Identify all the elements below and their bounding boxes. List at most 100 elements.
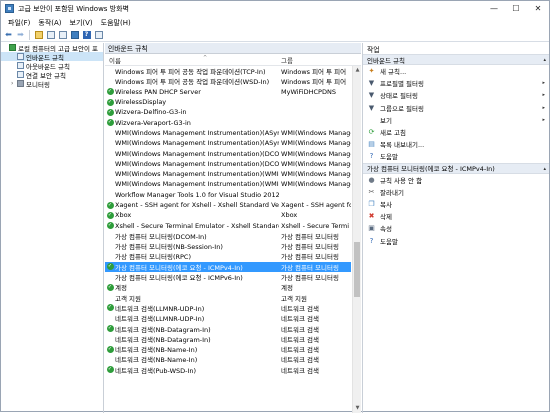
actions-section-inbound[interactable]: 인바운드 규칙 ▴ [363,54,549,65]
submenu-arrow-icon: ▸ [542,116,545,123]
action-item[interactable]: ⟳ 새로 고침 [363,126,549,138]
rule-group: WMI(Windows Manage [281,139,351,148]
rule-group: Xbox [281,211,298,220]
forward-arrow-icon: ➡ [17,30,24,39]
rule-row[interactable]: WMI(Windows Management Instrumentation)(… [105,138,351,148]
column-name-header[interactable]: 이름 [105,55,279,65]
vertical-scrollbar[interactable]: ▲ ▼ [352,66,361,413]
rule-row[interactable]: ✓ 네트워크 검색(NB-Name-In) 네트워크 검색 [105,344,351,354]
rule-row[interactable]: WMI(Windows Management Instrumentation)(… [105,169,351,179]
rule-row[interactable]: ✓ 계정 계정 [105,282,351,292]
action-item[interactable]: ▤ 목록 내보내기... [363,138,549,150]
up-one-level-button[interactable] [33,30,44,41]
rule-row[interactable]: 가상 컴퓨터 모니터링(RPC) 가상 컴퓨터 모니터링 [105,251,351,261]
rule-row[interactable]: 가상 컴퓨터 모니터링(DCOM-In) 가상 컴퓨터 모니터링 [105,231,351,241]
action-item[interactable]: ▼ 프로필별 필터링 ▸ [363,77,549,89]
rule-row[interactable]: 네트워크 검색(LLMNR-UDP-In) 네트워크 검색 [105,313,351,323]
rule-group: 가상 컴퓨터 모니터링 [281,274,339,283]
action-item[interactable]: ✖ 삭제 [363,210,549,222]
action-label: 잘라내기 [380,188,404,197]
close-button[interactable]: ✕ [527,1,549,16]
column-group-header[interactable]: 그룹 [279,55,351,65]
enabled-check-icon: ✓ [106,263,114,271]
rule-row[interactable]: Windows 피어 투 피어 공동 작업 파운데이션(WSD-In) Windo… [105,76,351,86]
rule-row[interactable]: Workflow Manager Tools 1.0 for Visual St… [105,190,351,200]
show-hide-action-pane-button[interactable] [93,30,104,41]
rule-row[interactable]: 가상 컴퓨터 모니터링(NB-Session-In) 가상 컴퓨터 모니터링 [105,241,351,251]
rule-group: WMI(Windows Manage [281,149,351,158]
rule-row[interactable]: ✓ 네트워크 검색(NB-Datagram-In) 네트워크 검색 [105,323,351,334]
rule-row[interactable]: ✓ Wireless PAN DHCP Server MyWiFiDHCPDNS [105,87,351,97]
rule-group: 네트워크 검색 [281,366,319,375]
rule-row[interactable]: ✓ 네트워크 검색(Pub-WSD-In) 네트워크 검색 [105,365,351,375]
action-item[interactable]: ▣ 속성 [363,222,549,234]
show-hide-tree-button[interactable] [45,30,56,41]
sort-ascending-icon: ^ [203,55,208,61]
enabled-check-icon: ✓ [106,345,114,353]
rule-row[interactable]: 네트워크 검색(NB-Name-In) 네트워크 검색 [105,354,351,364]
action-item[interactable]: ❐ 복사 [363,198,549,210]
tree-item-3[interactable]: 연결 보안 규칙 [1,70,103,80]
menu-view[interactable]: 보기(V) [66,18,97,28]
rule-name: Xagent - SSH agent for Xshell - Xshell S… [115,201,279,209]
window-title: 고급 보안이 포함된 Windows 방화벽 [18,4,129,13]
menu-file[interactable]: 파일(F) [4,18,34,28]
action-item[interactable]: ▼ 그룹으로 필터링 ▸ [363,102,549,114]
rule-name: 네트워크 검색(NB-Name-In) [115,346,198,355]
action-label: 새로 고침 [380,129,406,138]
rule-group: Windows 피어 투 피어 [281,78,347,87]
properties-button[interactable] [69,30,80,41]
rule-row[interactable]: 네트워크 검색(NB-Datagram-In) 네트워크 검색 [105,334,351,344]
rule-name: WMI(Windows Management Instrumentation)(… [115,149,279,158]
rule-row[interactable]: ✓ WirelessDisplay [105,97,351,107]
rule-name: Wizvera-Veraport-G3-in [115,118,191,127]
enabled-check-icon: ✓ [106,88,114,96]
rule-row[interactable]: ✓ 가상 컴퓨터 모니터링(에코 요청 - ICMPv4-In) 가상 컴퓨터 모니… [105,261,351,272]
minimize-button[interactable]: — [483,1,505,16]
action-item[interactable]: ? 도움말 [363,234,549,246]
rule-row[interactable]: ✓ Xagent - SSH agent for Xshell - Xshell … [105,200,351,210]
rule-row[interactable]: ✓ Wizvera-Delfino-G3-in [105,107,351,117]
rule-row[interactable]: ✓ Xbox Xbox [105,210,351,220]
enabled-check-icon: ✓ [106,304,114,312]
section-label: 가상 컴퓨터 모니터링(에코 요청 - ICMPv4-In) [367,165,495,173]
tree-item-4[interactable]: › 모니터링 [1,79,103,89]
export-list-button[interactable] [57,30,68,41]
help-button[interactable]: ? [81,30,92,41]
actions-section-selected-rule[interactable]: 가상 컴퓨터 모니터링(에코 요청 - ICMPv4-In) ▴ [363,162,549,174]
scrollbar-thumb[interactable] [354,242,360,297]
rule-name: Xbox [115,211,132,220]
refresh-icon: ⟳ [368,128,375,137]
action-item[interactable]: ● 규칙 사용 안 함 [363,174,549,186]
filter-icon: ▼ [368,103,375,112]
action-item[interactable]: ✦ 새 규칙... [363,65,549,77]
rule-row[interactable]: ✓ 네트워크 검색(LLMNR-UDP-In) 네트워크 검색 [105,303,351,313]
view-icon [367,116,376,124]
menu-bar: 파일(F) 동작(A) 보기(V) 도움말(H) [1,16,549,29]
action-item[interactable]: ✂ 잘라내기 [363,186,549,198]
scroll-up-arrow-icon[interactable]: ▲ [353,66,361,75]
menu-help[interactable]: 도움말(H) [97,18,135,28]
rule-row[interactable]: Windows 피어 투 피어 공동 작업 파운데이션(TCP-In) Windo… [105,66,351,76]
maximize-button[interactable]: ☐ [505,1,527,16]
menu-action[interactable]: 동작(A) [34,18,65,28]
action-item[interactable]: ▼ 상태로 필터링 ▸ [363,89,549,101]
action-item[interactable]: ? 도움말 [363,150,549,162]
rule-row[interactable]: WMI(Windows Management Instrumentation)(… [105,148,351,158]
delete-icon: ✖ [368,212,375,221]
enabled-check-icon: ✓ [106,211,114,219]
rule-name: WMI(Windows Management Instrumentation)(… [115,128,279,137]
rule-row[interactable]: ✓ Wizvera-Veraport-G3-in [105,117,351,127]
rule-row[interactable]: 고객 지원 고객 지원 [105,293,351,303]
back-arrow-icon: ⬅ [5,30,12,39]
action-item[interactable]: 보기 ▸ [363,114,549,126]
window-controls: — ☐ ✕ [483,1,549,16]
rule-row[interactable]: ✓ Xshell - Secure Terminal Emulator - Xsh… [105,220,351,230]
rule-row[interactable]: WMI(Windows Management Instrumentation)(… [105,179,351,189]
action-label: 상태로 필터링 [380,92,418,101]
back-button[interactable]: ⬅ [3,30,14,41]
forward-button[interactable]: ➡ [15,30,26,41]
rule-row[interactable]: 가상 컴퓨터 모니터링(에코 요청 - ICMPv6-In) 가상 컴퓨터 모니터… [105,272,351,282]
rule-row[interactable]: WMI(Windows Management Instrumentation)(… [105,128,351,138]
rule-row[interactable]: WMI(Windows Management Instrumentation)(… [105,159,351,169]
